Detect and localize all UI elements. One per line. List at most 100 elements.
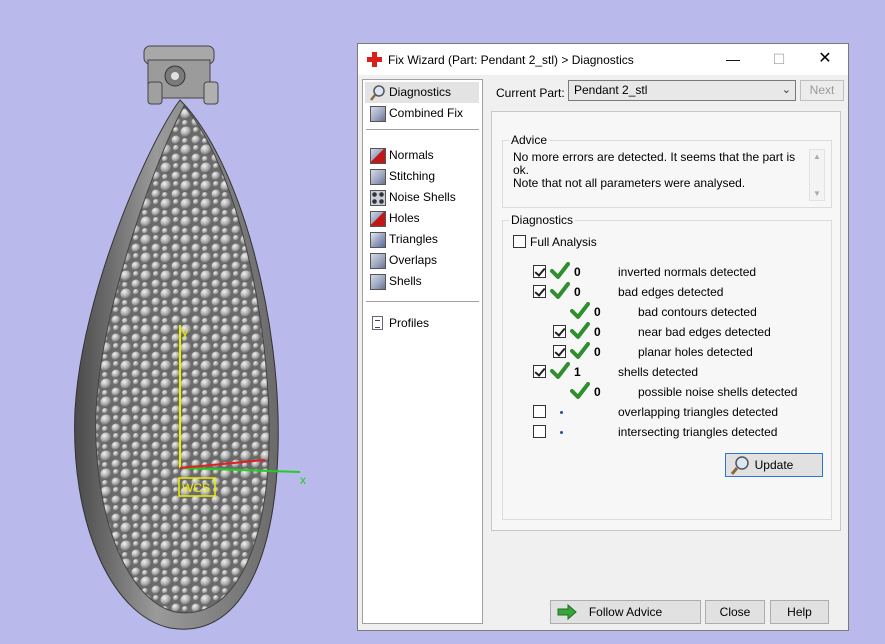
normals-cube-icon bbox=[370, 148, 386, 164]
shells-count: 1 bbox=[574, 365, 581, 379]
bad-edges-checkbox[interactable] bbox=[533, 285, 546, 298]
nav-item-normals[interactable]: Normals bbox=[365, 145, 479, 166]
near-bad-edges-checkbox[interactable] bbox=[553, 325, 566, 338]
overlapping-triangles-label: overlapping triangles detected bbox=[618, 405, 779, 419]
shells-cube-icon bbox=[370, 274, 386, 290]
diagnostics-group: Diagnostics Full Analysis 0 inverted nor… bbox=[502, 213, 832, 520]
bad-edges-count: 0 bbox=[574, 285, 581, 299]
nav-item-label: Profiles bbox=[389, 316, 430, 330]
shells-checkbox[interactable] bbox=[533, 365, 546, 378]
nav-item-holes[interactable]: Holes bbox=[365, 208, 479, 229]
nav-divider bbox=[366, 301, 479, 302]
advice-group: Advice No more errors are detected. It s… bbox=[502, 133, 832, 208]
nav-item-label: Combined Fix bbox=[389, 106, 464, 120]
axis-x-label: x bbox=[300, 473, 306, 487]
minimize-button[interactable]: — bbox=[710, 44, 756, 74]
scroll-down-icon: ▼ bbox=[813, 189, 821, 198]
advice-title: Advice bbox=[509, 133, 550, 147]
nav-item-stitching[interactable]: Stitching bbox=[365, 166, 479, 187]
red-cross-icon bbox=[367, 52, 382, 67]
advice-scrollbar[interactable]: ▲ ▼ bbox=[809, 149, 825, 201]
maximize-button: ☐ bbox=[772, 51, 786, 67]
nav-item-label: Shells bbox=[389, 274, 422, 288]
nav-item-overlaps[interactable]: Overlaps bbox=[365, 250, 479, 271]
green-check-icon bbox=[570, 342, 590, 359]
green-arrow-icon bbox=[557, 604, 577, 620]
pending-dot-icon bbox=[560, 431, 563, 434]
nav-item-noise-shells[interactable]: Noise Shells bbox=[365, 187, 479, 208]
close-window-button[interactable]: ✕ bbox=[802, 44, 848, 74]
diagnostics-panel: Advice No more errors are detected. It s… bbox=[491, 111, 841, 531]
document-icon bbox=[372, 316, 383, 330]
follow-advice-label: Follow Advice bbox=[588, 605, 663, 619]
inverted-normals-label: inverted normals detected bbox=[618, 265, 757, 279]
scroll-up-icon: ▲ bbox=[813, 152, 821, 161]
nav-item-label: Diagnostics bbox=[389, 85, 452, 99]
nav-item-label: Stitching bbox=[389, 169, 436, 183]
planar-holes-label: planar holes detected bbox=[638, 345, 753, 359]
axis-y-label: y bbox=[182, 325, 188, 339]
current-part-value: Pendant 2_stl bbox=[574, 83, 648, 97]
nav-item-label: Normals bbox=[389, 148, 434, 162]
diagnostics-title: Diagnostics bbox=[509, 213, 576, 227]
nav-item-label: Holes bbox=[389, 211, 420, 225]
next-button[interactable]: Next bbox=[800, 80, 844, 101]
near-bad-edges-count: 0 bbox=[594, 325, 601, 339]
stitching-cube-icon bbox=[370, 169, 386, 185]
full-analysis-checkbox[interactable] bbox=[513, 235, 526, 248]
green-check-icon bbox=[550, 262, 570, 279]
advice-line-2: Note that not all parameters were analys… bbox=[513, 176, 746, 190]
intersecting-triangles-checkbox[interactable] bbox=[533, 425, 546, 438]
current-part-label: Current Part: bbox=[496, 86, 565, 100]
cube-icon bbox=[370, 106, 386, 122]
nav-item-label: Overlaps bbox=[389, 253, 438, 267]
dialog-title: Fix Wizard (Part: Pendant 2_stl) > Diagn… bbox=[388, 53, 634, 67]
nav-item-shells[interactable]: Shells bbox=[365, 271, 479, 292]
advice-line-1: No more errors are detected. It seems th… bbox=[513, 150, 796, 177]
holes-cube-icon bbox=[370, 211, 386, 227]
update-label: Update bbox=[754, 458, 794, 472]
shells-label: shells detected bbox=[618, 365, 699, 379]
update-button[interactable]: Update bbox=[725, 453, 823, 477]
wcs-label: WCS bbox=[182, 481, 210, 495]
diagnostics-content: Current Part: Pendant 2_stl ⌄ Next Advic… bbox=[488, 79, 844, 624]
noise-shells-count: 0 bbox=[594, 385, 601, 399]
help-button[interactable]: Help bbox=[770, 600, 829, 624]
green-check-icon bbox=[550, 282, 570, 299]
nav-item-profiles[interactable]: Profiles bbox=[365, 313, 479, 334]
green-check-icon bbox=[570, 322, 590, 339]
inverted-normals-count: 0 bbox=[574, 265, 581, 279]
pending-dot-icon bbox=[560, 411, 563, 414]
magnifier-icon bbox=[730, 456, 749, 475]
overlapping-triangles-checkbox[interactable] bbox=[533, 405, 546, 418]
title-bar[interactable]: Fix Wizard (Part: Pendant 2_stl) > Diagn… bbox=[358, 44, 848, 75]
green-check-icon bbox=[570, 302, 590, 319]
noise-shells-icon bbox=[370, 190, 386, 206]
full-analysis-label: Full Analysis bbox=[530, 235, 597, 249]
magnifier-icon bbox=[370, 85, 385, 101]
nav-item-triangles[interactable]: Triangles bbox=[365, 229, 479, 250]
wizard-nav: Diagnostics Combined Fix Normals Stitchi… bbox=[362, 79, 483, 624]
bad-edges-label: bad edges detected bbox=[618, 285, 724, 299]
current-part-select[interactable]: Pendant 2_stl ⌄ bbox=[568, 80, 796, 101]
green-check-icon bbox=[570, 382, 590, 399]
noise-shells-label: possible noise shells detected bbox=[638, 385, 798, 399]
nav-item-combined-fix[interactable]: Combined Fix bbox=[365, 103, 479, 124]
overlaps-cube-icon bbox=[370, 253, 386, 269]
near-bad-edges-label: near bad edges detected bbox=[638, 325, 771, 339]
follow-advice-button[interactable]: Follow Advice bbox=[550, 600, 701, 624]
nav-divider bbox=[366, 129, 479, 130]
inverted-normals-checkbox[interactable] bbox=[533, 265, 546, 278]
chevron-down-icon: ⌄ bbox=[781, 84, 791, 96]
green-check-icon bbox=[550, 362, 570, 379]
bad-contours-count: 0 bbox=[594, 305, 601, 319]
nav-item-label: Noise Shells bbox=[389, 190, 456, 204]
intersecting-triangles-label: intersecting triangles detected bbox=[618, 425, 778, 439]
close-button[interactable]: Close bbox=[705, 600, 765, 624]
bad-contours-label: bad contours detected bbox=[638, 305, 757, 319]
planar-holes-count: 0 bbox=[594, 345, 601, 359]
planar-holes-checkbox[interactable] bbox=[553, 345, 566, 358]
fix-wizard-dialog: Fix Wizard (Part: Pendant 2_stl) > Diagn… bbox=[357, 43, 849, 631]
nav-item-diagnostics[interactable]: Diagnostics bbox=[365, 82, 479, 103]
advice-text: No more errors are detected. It seems th… bbox=[513, 151, 803, 190]
